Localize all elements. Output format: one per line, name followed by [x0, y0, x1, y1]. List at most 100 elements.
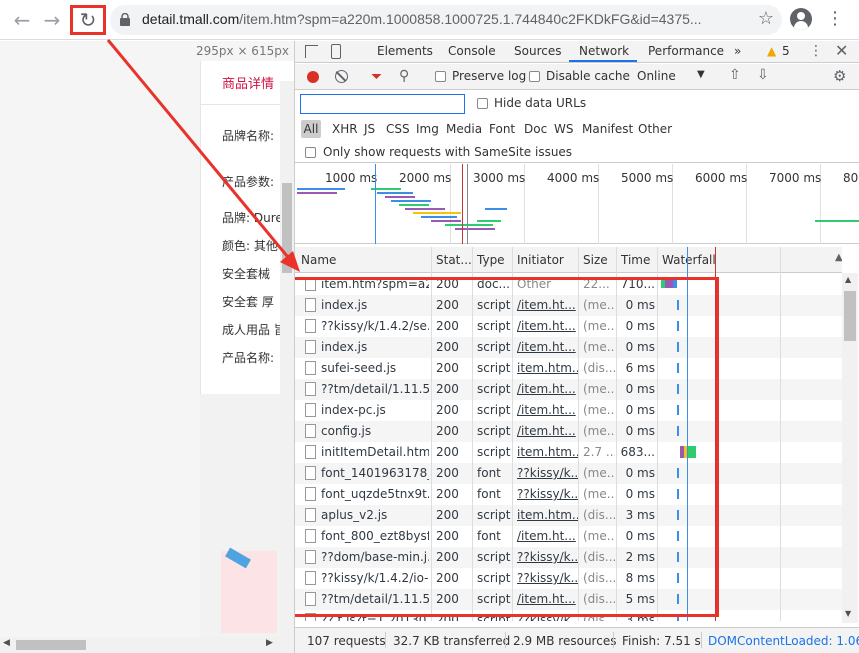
active-tab-indicator: [569, 60, 637, 62]
scroll-down-arrow-icon[interactable]: ▼: [845, 609, 851, 618]
warning-icon[interactable]: ▲: [767, 44, 776, 58]
tab-sources[interactable]: Sources: [514, 44, 561, 58]
overview-bar: [445, 224, 493, 226]
tab-network[interactable]: Network: [579, 44, 629, 58]
bookmark-star-icon[interactable]: ☆: [758, 8, 774, 29]
preserve-log-checkbox[interactable]: [435, 71, 446, 82]
devtools-close-icon[interactable]: ✕: [835, 41, 848, 60]
requests-table-header: Name Stat... Type Initiator Size Time Wa…: [295, 247, 842, 273]
resource-type-filters: All XHR JS CSS Img Media Font Doc WS Man…: [295, 117, 859, 141]
tab-performance[interactable]: Performance: [648, 44, 724, 58]
tab-elements[interactable]: Elements: [377, 44, 433, 58]
type-filter-xhr[interactable]: XHR: [332, 122, 358, 136]
disable-cache-checkbox[interactable]: [529, 71, 540, 82]
overview-domcontentloaded-line: [375, 164, 376, 244]
column-header-status[interactable]: Stat...: [436, 253, 472, 267]
inspect-element-icon[interactable]: [305, 45, 318, 58]
samesite-filter-row: Only show requests with SameSite issues: [295, 141, 859, 163]
type-filter-js[interactable]: JS: [364, 122, 375, 136]
chevron-down-icon: ▼: [697, 69, 705, 80]
scroll-left-arrow-icon[interactable]: ◀: [3, 638, 10, 648]
column-header-waterfall[interactable]: Waterfall: [662, 253, 716, 267]
reload-button[interactable]: ↻: [70, 5, 106, 35]
summary-divider: [505, 632, 506, 648]
page-scroll-thumb-vertical[interactable]: [282, 183, 292, 273]
overview-tick: 4000 ms: [547, 171, 600, 185]
url-path: /item.htm?spm=a220m.1000858.1000725.1.74…: [239, 11, 702, 27]
product-image: [221, 551, 277, 633]
column-divider: [780, 247, 781, 621]
preserve-log-label: Preserve log: [452, 69, 527, 83]
overview-bar: [421, 216, 457, 218]
page-scrollbar-vertical[interactable]: [280, 81, 294, 653]
column-header-time[interactable]: Time: [621, 253, 650, 267]
product-prop: 品牌名称:: [222, 129, 275, 143]
record-icon[interactable]: [307, 71, 319, 83]
network-toolbar: ⏷ ⚲ Preserve log Disable cache Online ▼ …: [295, 64, 859, 90]
filter-input[interactable]: [300, 94, 465, 114]
overview-tick: 5000 ms: [621, 171, 674, 185]
requests-scroll-thumb[interactable]: [844, 291, 856, 341]
devtools-tabbar: Elements Console Sources Network Perform…: [295, 41, 859, 63]
column-header-type[interactable]: Type: [477, 253, 505, 267]
browser-menu-icon[interactable]: ⋮: [826, 8, 844, 30]
devtools-menu-icon[interactable]: ⋮: [809, 43, 823, 59]
type-filter-other[interactable]: Other: [638, 122, 672, 136]
overview-tick: 3000 ms: [473, 171, 526, 185]
type-filter-manifest[interactable]: Manifest: [582, 122, 633, 136]
address-bar[interactable]: detail.tmall.com/item.htm?spm=a220m.1000…: [110, 5, 782, 35]
hide-data-urls-checkbox[interactable]: [477, 98, 488, 109]
samesite-checkbox[interactable]: [305, 147, 316, 158]
network-overview-timeline[interactable]: 1000 ms 2000 ms 3000 ms 4000 ms 5000 ms …: [295, 164, 859, 244]
filter-icon[interactable]: ⏷: [371, 69, 382, 85]
overview-bar: [477, 220, 501, 222]
type-filter-font[interactable]: Font: [489, 122, 515, 136]
overview-bar: [377, 192, 413, 194]
scroll-up-arrow-icon[interactable]: ▲: [845, 275, 851, 284]
summary-requests: 107 requests: [307, 634, 386, 648]
product-prop: 成人用品 旨: [222, 323, 286, 337]
clear-icon[interactable]: [335, 70, 348, 83]
product-prop: 安全套械: [222, 267, 271, 281]
summary-finish: Finish: 7.51 s: [622, 634, 701, 648]
type-filter-media[interactable]: Media: [446, 122, 482, 136]
forward-button[interactable]: →: [38, 6, 66, 34]
overview-tick: 2000 ms: [399, 171, 452, 185]
product-prop: 安全套 厚: [222, 295, 274, 309]
type-filter-all[interactable]: All: [301, 120, 321, 138]
column-header-size[interactable]: Size: [583, 253, 608, 267]
overview-bar: [391, 200, 431, 202]
product-prop: 产品参数:: [222, 175, 275, 189]
product-prop: 产品名称:: [222, 351, 275, 365]
disable-cache-label: Disable cache: [546, 69, 630, 83]
overview-bar: [385, 196, 415, 198]
type-filter-ws[interactable]: WS: [554, 122, 573, 136]
more-tabs-button[interactable]: »: [734, 44, 741, 58]
column-header-name[interactable]: Name: [301, 253, 336, 267]
import-har-icon[interactable]: ⇧: [729, 67, 741, 83]
back-button[interactable]: ←: [8, 6, 36, 34]
account-icon[interactable]: [790, 8, 812, 30]
summary-transferred: 32.7 KB transferred: [393, 634, 511, 648]
samesite-label: Only show requests with SameSite issues: [323, 145, 573, 159]
throttling-select[interactable]: Online: [637, 69, 676, 83]
tab-console[interactable]: Console: [448, 44, 496, 58]
overview-bar: [485, 208, 507, 210]
type-filter-doc[interactable]: Doc: [524, 122, 547, 136]
column-header-initiator[interactable]: Initiator: [517, 253, 564, 267]
overview-tick: 7000 ms: [769, 171, 822, 185]
export-har-icon[interactable]: ⇩: [757, 67, 769, 83]
filter-row: Hide data URLs: [295, 91, 859, 117]
overview-bar: [413, 212, 461, 214]
search-icon[interactable]: ⚲: [399, 68, 409, 84]
devtools-panel: Elements Console Sources Network Perform…: [294, 41, 859, 653]
overview-tick: 80: [843, 171, 859, 185]
scroll-right-arrow-icon[interactable]: ▶: [266, 638, 273, 648]
type-filter-css[interactable]: CSS: [386, 122, 410, 136]
overview-tick: 6000 ms: [695, 171, 748, 185]
page-scroll-thumb-horizontal[interactable]: [16, 640, 86, 650]
sort-triangle-icon[interactable]: ▲: [835, 252, 842, 263]
device-toolbar-icon[interactable]: [331, 44, 341, 59]
gear-icon[interactable]: ⚙: [833, 67, 846, 85]
type-filter-img[interactable]: Img: [416, 122, 439, 136]
